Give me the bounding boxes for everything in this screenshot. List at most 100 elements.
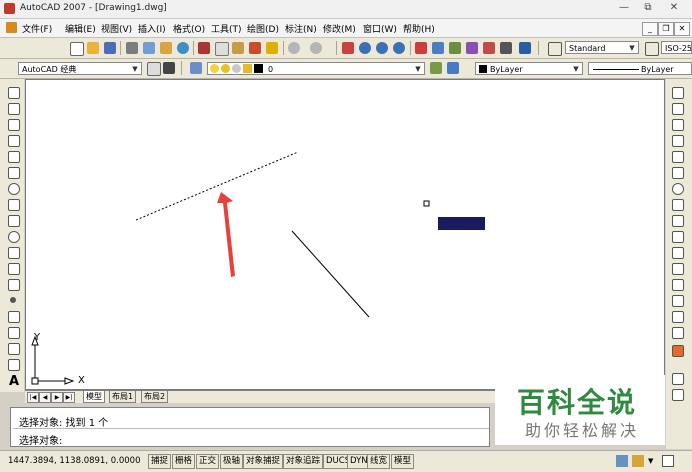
copy-object-icon[interactable] (672, 103, 684, 115)
doc-restore-button[interactable]: ❐ (658, 22, 674, 36)
linetype-select[interactable]: ByLayer (588, 62, 692, 75)
scale-icon[interactable] (672, 199, 684, 211)
stretch-icon[interactable] (672, 215, 684, 227)
otrack-toggle[interactable]: 对象追踪 (283, 454, 324, 469)
copy-icon[interactable] (215, 42, 229, 56)
sheet-set-icon[interactable] (466, 42, 478, 54)
text-style-select[interactable]: Standard ▼ (565, 41, 639, 54)
markup-icon[interactable] (483, 42, 495, 54)
next-tab-icon[interactable]: ▶ (51, 392, 63, 403)
move-icon[interactable] (672, 167, 684, 179)
block-editor-icon[interactable] (266, 42, 278, 54)
doc-close-button[interactable]: ✕ (674, 22, 690, 36)
menu-file[interactable]: 文件(F) (22, 22, 52, 35)
calculator-icon[interactable] (500, 42, 512, 54)
mirror-icon[interactable] (672, 119, 684, 131)
ortho-toggle[interactable]: 正交 (196, 454, 220, 469)
prev-tab-icon[interactable]: ◀ (39, 392, 51, 403)
undo-icon[interactable] (288, 42, 300, 54)
tab-layout2[interactable]: 布局2 (141, 391, 169, 403)
redo-icon[interactable] (310, 42, 322, 54)
circle-icon[interactable] (8, 183, 20, 195)
drawing-canvas[interactable]: Y X (25, 79, 665, 390)
layer-previous-icon[interactable] (447, 62, 459, 74)
dimension-style-icon[interactable] (645, 42, 659, 56)
menu-draw[interactable]: 绘图(D) (247, 22, 279, 35)
polyline-icon[interactable] (8, 119, 20, 131)
polygon-icon[interactable] (8, 135, 20, 147)
erase-icon[interactable] (672, 87, 684, 99)
tab-layout1[interactable]: 布局1 (109, 391, 137, 403)
menu-window[interactable]: 窗口(W) (363, 22, 397, 35)
zoom-window-icon[interactable] (376, 42, 388, 54)
clean-screen-icon[interactable] (662, 455, 674, 467)
plot-preview-icon[interactable] (143, 42, 155, 54)
selected-line[interactable] (135, 151, 299, 221)
draw-order-icon[interactable] (672, 373, 684, 385)
lineweight-toggle[interactable]: 线宽 (367, 454, 391, 469)
extend-icon[interactable] (672, 247, 684, 259)
match-properties-icon[interactable] (249, 42, 261, 54)
diagonal-line[interactable] (291, 230, 370, 318)
print-icon[interactable] (126, 42, 138, 54)
my-workspace-icon[interactable] (163, 62, 175, 74)
menu-view[interactable]: 视图(V) (101, 22, 132, 35)
3d-dwf-icon[interactable] (177, 42, 189, 54)
close-button[interactable]: ✕ (664, 1, 684, 15)
help-icon[interactable] (519, 42, 531, 54)
grid-toggle[interactable]: 栅格 (172, 454, 196, 469)
properties-icon[interactable] (415, 42, 427, 54)
gradient-icon[interactable] (8, 327, 20, 339)
polar-toggle[interactable]: 极轴 (220, 454, 244, 469)
construction-line-icon[interactable] (8, 103, 20, 115)
menu-modify[interactable]: 修改(M) (323, 22, 356, 35)
workspace-settings-icon[interactable] (147, 62, 161, 76)
design-center-icon[interactable] (432, 42, 444, 54)
save-icon[interactable] (104, 42, 116, 54)
menu-insert[interactable]: 插入(I) (138, 22, 166, 35)
tool-palettes-icon[interactable] (449, 42, 461, 54)
maximize-button[interactable]: ⧉ (638, 1, 658, 15)
osnap-toggle[interactable]: 对象捕捉 (243, 454, 284, 469)
tab-model[interactable]: 模型 (83, 391, 105, 403)
cut-icon[interactable] (198, 42, 210, 54)
snap-toggle[interactable]: 捕捉 (148, 454, 172, 469)
new-icon[interactable] (70, 42, 84, 56)
multiline-text-icon[interactable]: A (9, 374, 19, 389)
document-icon[interactable] (6, 22, 17, 33)
hatch-icon[interactable] (8, 311, 20, 323)
layer-manager-icon[interactable] (190, 62, 202, 74)
fillet-icon[interactable] (672, 327, 684, 339)
join-icon[interactable] (672, 295, 684, 307)
explode-icon[interactable] (672, 345, 684, 357)
paste-icon[interactable] (232, 42, 244, 54)
arc-icon[interactable] (8, 167, 20, 179)
make-object-layer-current-icon[interactable] (430, 62, 442, 74)
region-icon[interactable] (8, 343, 20, 355)
line-icon[interactable] (8, 87, 20, 99)
layer-select[interactable]: 0 ▼ (207, 62, 425, 75)
model-space-toggle[interactable]: 模型 (391, 454, 415, 469)
menu-edit[interactable]: 编辑(E) (65, 22, 96, 35)
minimize-button[interactable]: — (614, 1, 634, 15)
last-tab-icon[interactable]: ▶| (63, 392, 75, 403)
revision-cloud-icon[interactable] (8, 199, 20, 211)
zoom-realtime-icon[interactable] (359, 42, 371, 54)
ellipse-arc-icon[interactable] (8, 247, 20, 259)
chamfer-icon[interactable] (672, 311, 684, 323)
rotate-icon[interactable] (672, 183, 684, 195)
menu-tools[interactable]: 工具(T) (211, 22, 242, 35)
pan-icon[interactable] (342, 42, 354, 54)
offset-icon[interactable] (672, 135, 684, 147)
insert-block-icon[interactable] (8, 263, 20, 275)
text-style-icon[interactable] (548, 42, 562, 56)
break-at-point-icon[interactable] (672, 263, 684, 275)
lock-icon[interactable] (632, 455, 644, 467)
zoom-previous-icon[interactable] (393, 42, 405, 54)
command-prompt[interactable]: 选择对象: (19, 432, 62, 447)
autocad-app-icon[interactable] (4, 3, 15, 14)
rectangle-icon[interactable] (8, 151, 20, 163)
publish-icon[interactable] (160, 42, 172, 54)
communication-center-icon[interactable] (616, 455, 628, 467)
coordinate-readout[interactable]: 1447.3894, 1138.0891, 0.0000 (8, 456, 140, 466)
